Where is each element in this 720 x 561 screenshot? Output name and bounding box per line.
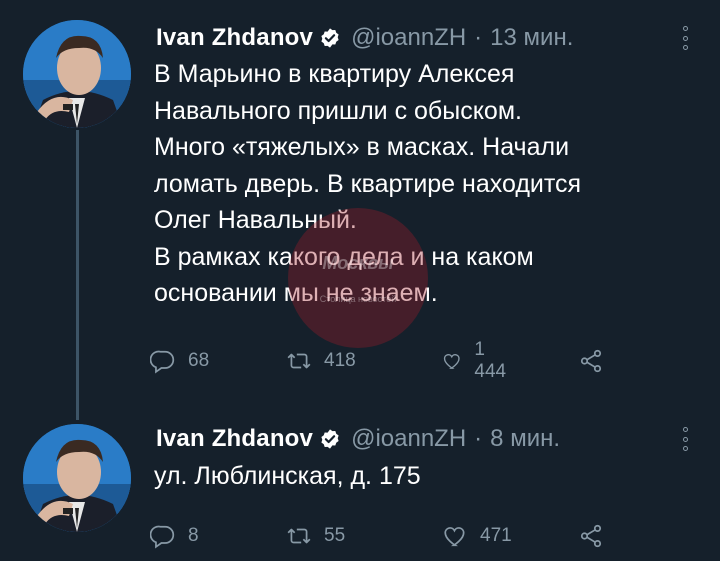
thread-line [76,130,79,420]
retweet-icon [287,353,311,369]
reply-count: 8 [188,525,199,546]
reply-button[interactable]: 68 [150,346,209,376]
separator-dot: · [474,24,483,51]
tweet-timestamp[interactable]: 13 мин. [490,24,573,52]
share-button[interactable] [578,346,616,376]
reply-count: 68 [188,350,210,371]
reply-icon [150,350,175,374]
author-avatar[interactable] [23,424,131,532]
more-options-icon[interactable] [680,26,690,50]
tweet-header: Ivan Zhdanov @ioannZH · 8 мин. [156,423,560,455]
like-button[interactable]: 471 [442,521,512,551]
tweet-text-line: ул. Люблинская, д. 175 [154,462,421,490]
tweet-text-line: ломать дверь. В квартире находится [154,169,582,198]
retweet-button[interactable]: 55 [286,521,345,551]
author-handle[interactable]: @ioannZH [351,425,466,453]
retweet-icon [287,528,311,544]
tweet-text-line: Много «тяжелых» в масках. Начали [154,133,570,161]
tweet-text: ул. Люблинская, д. 175 [154,458,714,495]
reply-icon [150,525,175,549]
tweet-timestamp[interactable]: 8 мин. [490,425,560,453]
reply-button[interactable]: 8 [150,521,199,551]
tweet-text-line: основании мы не знаем. [154,279,438,307]
retweet-count: 55 [324,525,346,546]
separator-dot: · [474,425,483,452]
share-icon [580,349,602,373]
more-options-icon[interactable] [680,427,690,451]
verified-badge-icon [319,428,341,450]
like-count: 471 [480,525,512,546]
tweet-2[interactable]: Ivan Zhdanov @ioannZH · 8 мин. ул. Любли… [0,405,720,561]
tweet-1[interactable]: Ivan Zhdanov @ioannZH · 13 мин. В Марьин… [0,0,720,420]
share-button[interactable] [578,521,616,551]
tweet-text-line: Навального пришли с обыском. [154,96,522,125]
retweet-count: 418 [324,350,356,371]
tweet-header: Ivan Zhdanov @ioannZH · 13 мин. [156,22,573,54]
like-button[interactable]: 1 444 [442,339,512,382]
tweet-text-line: В рамках какого дела и на каком [154,242,534,271]
like-count: 1 444 [474,339,507,382]
author-name[interactable]: Ivan Zhdanov [156,425,313,453]
tweet-text-line: Олег Навальный. [154,206,357,234]
like-icon [444,527,465,547]
tweet-text: В Марьино в квартиру Алексея Навального … [154,56,714,312]
tweet-text-line: В Марьино в квартиру Алексея [154,60,515,88]
author-handle[interactable]: @ioannZH [351,24,466,52]
verified-badge-icon [319,27,341,49]
retweet-button[interactable]: 418 [286,346,356,376]
author-avatar[interactable] [23,20,131,128]
author-name[interactable]: Ivan Zhdanov [156,24,313,52]
share-icon [580,524,602,548]
like-icon [443,354,460,369]
